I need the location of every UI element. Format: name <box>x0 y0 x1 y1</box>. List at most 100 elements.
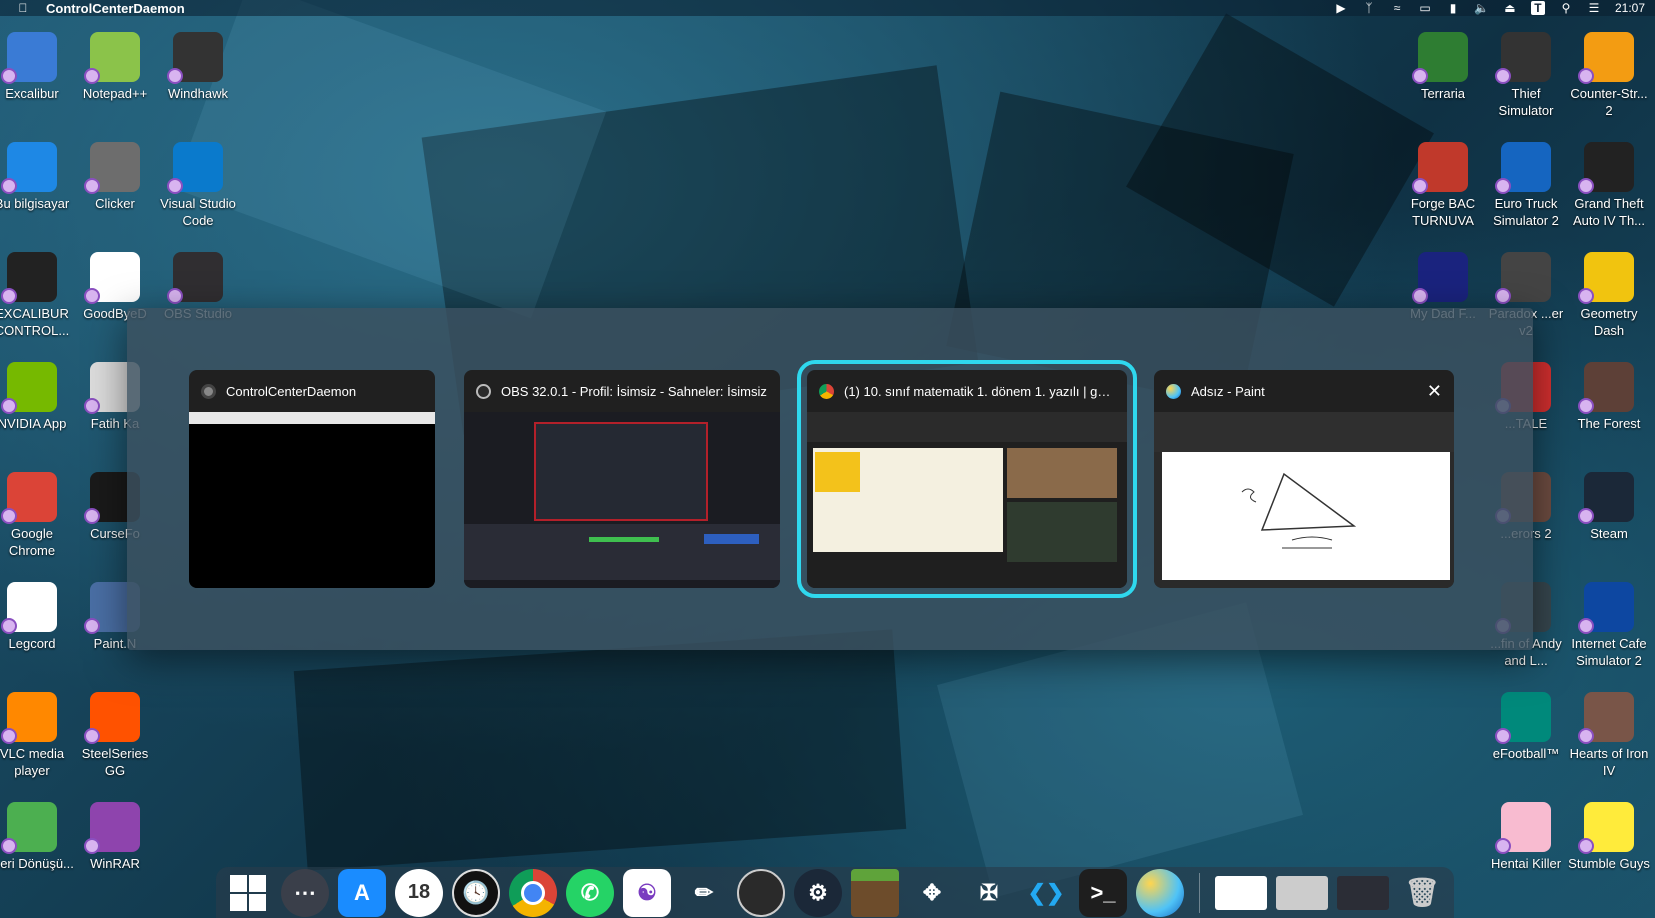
steam-icon[interactable]: ⚙ <box>794 868 842 917</box>
control-center-icon[interactable]: ☰ <box>1587 1 1601 15</box>
chrome-window-thumb[interactable] <box>1276 875 1328 910</box>
desktop-icon[interactable]: Google Chrome <box>0 468 74 559</box>
terminal-icon[interactable]: >_ <box>1079 868 1127 917</box>
app-icon <box>1412 252 1468 304</box>
desktop-icon[interactable]: Terraria <box>1401 28 1485 102</box>
desktop-icon[interactable]: Hentai Killer <box>1484 798 1568 872</box>
app-icon <box>1495 692 1551 744</box>
desktop-icon[interactable]: Grand Theft Auto IV Th... <box>1567 138 1651 229</box>
calendar-icon[interactable]: 18 <box>395 868 443 917</box>
desktop-icon-label: Visual Studio Code <box>160 196 236 228</box>
desktop-icon[interactable]: Notepad++ <box>73 28 157 102</box>
desktop-icon[interactable]: Euro Truck Simulator 2 <box>1484 138 1568 229</box>
desktop-icon[interactable]: Legcord <box>0 578 74 652</box>
desktop-icon[interactable]: The Forest <box>1567 358 1651 432</box>
desktop-icon[interactable]: Geometry Dash <box>1567 248 1651 339</box>
desktop-icon-label: Thief Simulator <box>1498 86 1554 118</box>
window-title: Adsız - Paint <box>1191 383 1265 399</box>
vscode-icon[interactable]: ❮❯ <box>1022 869 1070 917</box>
switcher-window-chrome[interactable]: (1) 10. sınıf matematik 1. dönem 1. yazı… <box>797 360 1137 598</box>
window-switcher: ControlCenterDaemon OBS 32.0.1 - Profil:… <box>127 308 1533 650</box>
desktop-icon[interactable]: NVIDIA App <box>0 358 74 432</box>
desktop-icon-label: WinRAR <box>90 856 140 871</box>
desktop-icon[interactable]: Excalibur <box>0 28 74 102</box>
battery-icon[interactable]: ▮ <box>1446 1 1460 15</box>
launchpad-icon[interactable]: ⋯ <box>281 868 329 917</box>
desktop-icon[interactable]: VLC media player <box>0 688 74 779</box>
app-icon <box>1495 252 1551 304</box>
paint-window-thumb[interactable] <box>1215 875 1267 910</box>
obs-icon[interactable] <box>737 868 785 917</box>
window-preview <box>807 412 1127 588</box>
desktop-icon[interactable]: Hearts of Iron IV <box>1567 688 1651 779</box>
desktop-icon[interactable]: Clicker <box>73 138 157 212</box>
dock-separator <box>1199 872 1200 913</box>
app-icon <box>1 692 57 744</box>
preview-canvas <box>1162 452 1450 580</box>
desktop-icon[interactable]: WinRAR <box>73 798 157 872</box>
desktop-icon[interactable]: SteelSeries GG <box>73 688 157 779</box>
desktop-icon[interactable]: eFootball™ <box>1484 688 1568 762</box>
minecraft-icon[interactable] <box>851 868 899 917</box>
paint-icon <box>1166 383 1181 399</box>
windows-start-icon[interactable] <box>224 869 272 917</box>
desktop-icon[interactable]: Counter-Str... 2 <box>1567 28 1651 119</box>
paint-icon[interactable] <box>1136 868 1184 917</box>
display-icon[interactable]: ▭ <box>1418 1 1432 15</box>
desktop-icon[interactable]: EXCALIBUR CONTROL... <box>0 248 74 339</box>
switcher-window-controlcenter[interactable]: ControlCenterDaemon <box>189 370 435 588</box>
active-app-title[interactable]: ControlCenterDaemon <box>46 1 185 16</box>
play-circle-icon[interactable]: ▶ <box>1334 1 1348 15</box>
clock-icon[interactable]: 🕓 <box>452 868 500 917</box>
preview-titlebar <box>189 412 435 424</box>
trash-icon[interactable]: 🗑 <box>1398 869 1446 917</box>
wifi-icon[interactable]: ≈ <box>1390 1 1404 15</box>
window-titlebar: (1) 10. sınıf matematik 1. dönem 1. yazı… <box>807 370 1127 412</box>
preview-ribbon <box>1154 412 1454 452</box>
switcher-window-obs[interactable]: OBS 32.0.1 - Profil: İsimsiz - Sahneler:… <box>464 370 780 588</box>
app-store-icon[interactable]: A <box>338 868 386 917</box>
app-icon <box>1578 142 1634 194</box>
desktop-icon[interactable]: Internet Cafe Simulator 2 <box>1567 578 1651 669</box>
cursedforge-icon[interactable]: ✠ <box>965 869 1013 917</box>
window-preview <box>464 412 780 588</box>
keyboard-t-icon[interactable]: T <box>1530 1 1545 15</box>
desktop-icon-label: Legcord <box>8 636 56 651</box>
app-icon <box>1412 142 1468 194</box>
desktop-icon[interactable]: Steam <box>1567 468 1651 542</box>
desktop-icon[interactable]: Bu bilgisayar <box>0 138 74 212</box>
fatih-kalem-icon[interactable]: ✏ <box>680 869 728 917</box>
desktop-icon[interactable]: Forge BAC TURNUVA <box>1401 138 1485 229</box>
switcher-window-paint[interactable]: Adsız - Paint ✕ <box>1154 370 1454 588</box>
legcord-icon[interactable]: ☯ <box>623 868 671 917</box>
window-preview <box>189 412 435 588</box>
windhawk-icon[interactable]: ✥ <box>908 869 956 917</box>
app-icon <box>1495 802 1551 854</box>
desktop-icon-label: The Forest <box>1577 416 1641 431</box>
app-icon <box>1 582 57 634</box>
apple-menu-icon[interactable]:  <box>0 1 46 15</box>
desktop-icon[interactable]: Stumble Guys <box>1567 798 1651 872</box>
window-preview <box>1154 412 1454 588</box>
eject-icon[interactable]: ⏏ <box>1503 1 1517 15</box>
desktop-icon[interactable]: Geri Dönüşü... <box>0 798 74 872</box>
menubar-clock[interactable]: 21:07 <box>1615 1 1645 15</box>
chrome-icon[interactable] <box>509 868 557 917</box>
desktop-icon-label: Geometry Dash <box>1580 306 1638 338</box>
desktop-icon[interactable]: Thief Simulator <box>1484 28 1568 119</box>
desktop-icon[interactable]: Windhawk <box>156 28 240 102</box>
obs-icon <box>476 383 491 399</box>
volume-icon[interactable]: 🔈 <box>1474 1 1489 15</box>
whatsapp-icon[interactable]: ✆ <box>566 868 614 917</box>
app-icon <box>1578 252 1634 304</box>
bluetooth-icon[interactable]: ᛉ <box>1362 1 1376 15</box>
app-icon <box>167 252 223 304</box>
close-window-button[interactable]: ✕ <box>1427 381 1442 402</box>
desktop-icon[interactable]: Visual Studio Code <box>156 138 240 229</box>
app-icon <box>84 32 140 84</box>
search-icon[interactable]: ⚲ <box>1559 1 1573 15</box>
app-icon <box>1578 32 1634 84</box>
desktop-icon-label: NVIDIA App <box>0 416 67 431</box>
preview-docks <box>464 524 780 580</box>
obs-window-thumb[interactable] <box>1337 875 1389 910</box>
